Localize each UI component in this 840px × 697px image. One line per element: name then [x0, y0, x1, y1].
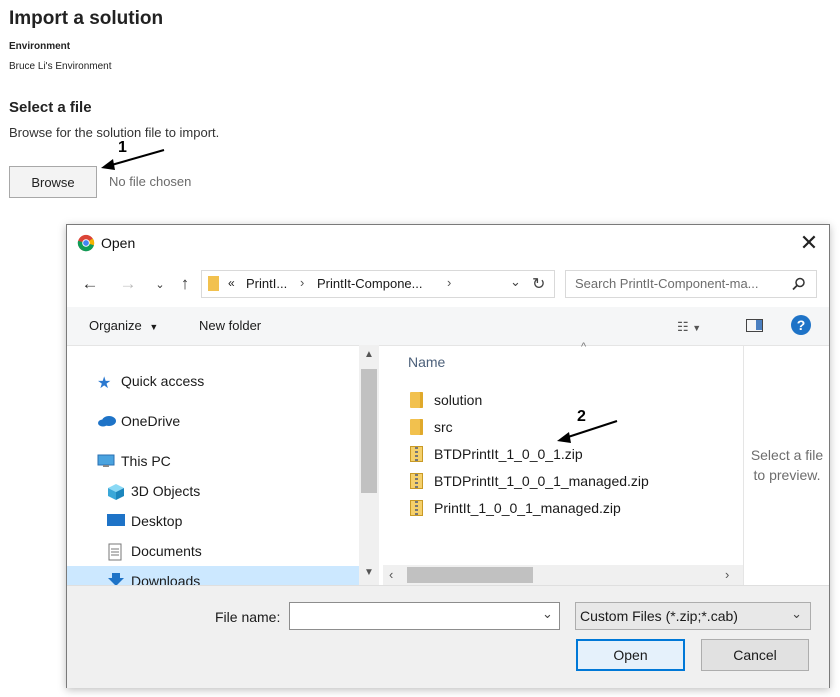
file-row-zip[interactable]: BTDPrintIt_1_0_0_1.zip — [410, 443, 583, 465]
organize-label: Organize — [89, 318, 142, 333]
star-icon: ★ — [97, 375, 112, 392]
dialog-title: Open — [101, 235, 136, 251]
folder-icon — [208, 276, 219, 291]
cloud-icon — [97, 413, 116, 429]
back-arrow-icon[interactable]: ← — [79, 273, 101, 295]
address-bar[interactable]: « PrintI... › PrintIt-Compone... › ⌄ ↻ — [201, 270, 555, 298]
scroll-right-icon[interactable]: › — [725, 567, 729, 582]
preview-placeholder-text: Select a file to preview. — [750, 447, 824, 483]
browse-button[interactable]: Browse — [9, 166, 97, 198]
file-row-folder[interactable]: solution — [410, 389, 482, 411]
computer-icon — [97, 453, 115, 469]
dialog-titlebar: Open ✕ — [67, 225, 829, 263]
scroll-down-icon[interactable]: ▼ — [364, 567, 374, 578]
dialog-footer — [67, 585, 829, 688]
sort-ascending-icon: ^ — [581, 341, 587, 353]
open-button[interactable]: Open — [576, 639, 685, 671]
scroll-up-icon[interactable]: ▲ — [364, 349, 374, 360]
chrome-icon — [77, 234, 95, 252]
organize-menu-button[interactable]: Organize ▼ — [89, 318, 158, 333]
new-folder-button[interactable]: New folder — [199, 318, 261, 333]
file-type-value: Custom Files (*.zip;*.cab) — [580, 608, 738, 624]
file-row-zip[interactable]: BTDPrintIt_1_0_0_1_managed.zip — [410, 470, 649, 492]
scrollbar-thumb[interactable] — [407, 567, 533, 583]
search-placeholder: Search PrintIt-Component-ma... — [575, 276, 759, 291]
no-file-chosen-text: No file chosen — [109, 174, 192, 189]
preview-pane-icon[interactable] — [746, 319, 763, 332]
refresh-icon[interactable]: ↻ — [532, 274, 545, 294]
address-dropdown-chevron-icon[interactable]: ⌄ — [510, 274, 521, 290]
section-title: Select a file — [9, 99, 92, 116]
desktop-icon — [107, 513, 125, 529]
file-row-zip[interactable]: PrintIt_1_0_0_1_managed.zip — [410, 497, 621, 519]
environment-label: Environment — [9, 41, 71, 52]
recent-locations-chevron-icon[interactable]: ⌄ — [149, 273, 171, 295]
nav-item-documents[interactable]: Documents — [107, 540, 202, 562]
zip-file-icon — [410, 446, 423, 462]
breadcrumb-overflow[interactable]: « — [228, 276, 235, 290]
nav-item-this-pc[interactable]: This PC — [97, 450, 171, 472]
file-list-pane — [383, 345, 743, 585]
chevron-down-icon: ▼ — [149, 322, 159, 332]
search-icon — [792, 277, 805, 291]
file-list-horizontal-scrollbar[interactable]: ‹ › — [383, 565, 743, 585]
scroll-left-icon[interactable]: ‹ — [389, 567, 393, 582]
cube-icon — [107, 483, 125, 500]
nav-item-3d-objects[interactable]: 3D Objects — [107, 480, 200, 502]
view-options-icon[interactable]: ☷ ▼ — [677, 319, 701, 335]
chevron-down-icon[interactable]: ⌄ — [542, 606, 553, 622]
folder-icon — [410, 392, 423, 408]
file-type-select[interactable]: Custom Files (*.zip;*.cab) ⌄ — [575, 602, 811, 630]
search-input[interactable]: Search PrintIt-Component-ma... — [565, 270, 817, 298]
document-icon — [107, 543, 125, 561]
file-name-input[interactable]: ⌄ — [289, 602, 560, 630]
close-icon[interactable]: ✕ — [797, 231, 821, 255]
breadcrumb-segment-1[interactable]: PrintI... — [246, 276, 287, 291]
nav-pane-scrollbar[interactable]: ▲ ▼ — [359, 345, 379, 585]
dialog-toolbar: Organize ▼ New folder ☷ ▼ ? — [67, 307, 829, 346]
preview-pane: Select a file to preview. — [743, 345, 830, 585]
breadcrumb-separator-icon: › — [300, 275, 305, 290]
file-row-folder[interactable]: src — [410, 416, 453, 438]
nav-item-onedrive[interactable]: OneDrive — [97, 410, 180, 432]
annotation-arrow-1 — [101, 149, 165, 170]
file-name-label: File name: — [215, 609, 281, 625]
environment-value: Bruce Li's Environment — [9, 61, 112, 72]
forward-arrow-icon[interactable]: → — [117, 273, 139, 295]
column-header-name[interactable]: Name — [408, 354, 445, 370]
open-file-dialog: Open ✕ ← → ⌄ ↑ « PrintI... › PrintIt-Com… — [66, 224, 830, 688]
cancel-button[interactable]: Cancel — [701, 639, 809, 671]
folder-icon — [410, 419, 423, 435]
zip-file-icon — [410, 473, 423, 489]
nav-item-desktop[interactable]: Desktop — [107, 510, 182, 532]
up-arrow-icon[interactable]: ↑ — [174, 273, 196, 295]
page-title: Import a solution — [9, 8, 164, 29]
zip-file-icon — [410, 500, 423, 516]
scrollbar-thumb[interactable] — [361, 369, 377, 493]
breadcrumb-segment-2[interactable]: PrintIt-Compone... — [317, 276, 423, 291]
breadcrumb-separator-icon: › — [447, 275, 452, 290]
nav-item-quick-access[interactable]: ★ Quick access — [97, 370, 204, 392]
annotation-arrow-2 — [557, 420, 618, 443]
section-description: Browse for the solution file to import. — [9, 125, 220, 140]
help-icon[interactable]: ? — [791, 315, 811, 335]
chevron-down-icon: ⌄ — [791, 606, 802, 621]
